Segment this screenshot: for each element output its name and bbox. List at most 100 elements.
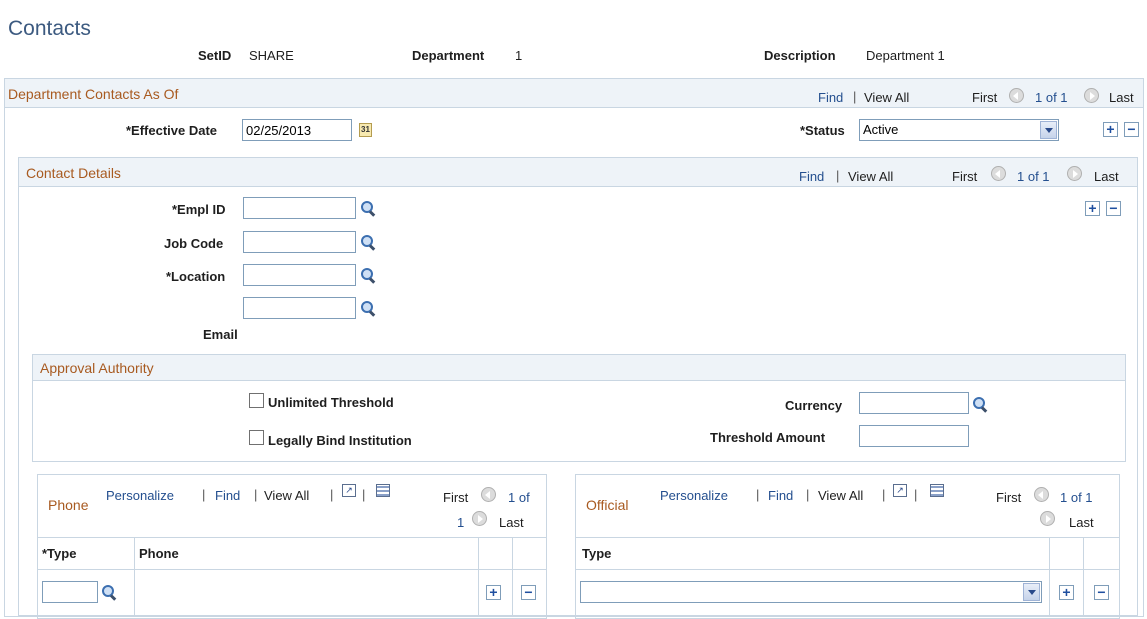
dept-sep: | — [853, 89, 857, 104]
phone-type-input[interactable] — [42, 581, 98, 603]
contact-add-row-button[interactable]: + — [1085, 201, 1100, 216]
phone-sep: | — [254, 487, 258, 502]
official-next-icon[interactable] — [1040, 511, 1055, 526]
setid-label: SetID — [198, 48, 232, 63]
email-input[interactable] — [243, 297, 356, 319]
status-label: *Status — [800, 123, 845, 138]
official-add-row-button[interactable]: + — [1059, 585, 1074, 600]
dept-page-count: 1 of 1 — [1035, 90, 1068, 105]
chevron-down-icon[interactable] — [1040, 121, 1057, 139]
dept-contacts-title: Department Contacts As Of — [8, 86, 179, 102]
threshold-amount-input[interactable] — [859, 425, 969, 447]
download-grid-icon[interactable] — [376, 484, 390, 497]
phone-header-line — [37, 537, 547, 538]
phone-prev-icon[interactable] — [481, 487, 496, 502]
official-col-type[interactable]: Type — [582, 546, 611, 561]
official-header-line — [575, 537, 1120, 538]
page-title: Contacts — [8, 17, 91, 40]
unlimited-threshold-checkbox[interactable] — [249, 393, 264, 408]
search-icon[interactable] — [360, 234, 377, 251]
official-row-line — [575, 569, 1120, 570]
department-value: 1 — [515, 48, 523, 63]
phone-page-count-2: 1 — [457, 515, 465, 530]
official-sep: | — [806, 487, 810, 502]
contact-sep: | — [836, 168, 840, 183]
phone-view-all-link[interactable]: View All — [264, 488, 309, 503]
contact-details-title: Contact Details — [26, 165, 121, 181]
official-page-count: 1 of 1 — [1060, 490, 1093, 505]
contact-page-count: 1 of 1 — [1017, 169, 1050, 184]
official-grid-title: Official — [586, 497, 629, 513]
search-icon[interactable] — [972, 396, 989, 413]
contact-view-all-link[interactable]: View All — [848, 169, 893, 184]
official-type-select[interactable] — [580, 581, 1042, 603]
currency-input[interactable] — [859, 392, 969, 414]
phone-grid-title: Phone — [48, 497, 89, 513]
job-code-input[interactable] — [243, 231, 356, 253]
contact-first-label: First — [952, 169, 978, 184]
dept-next-icon[interactable] — [1084, 88, 1099, 103]
contact-find-link[interactable]: Find — [799, 169, 824, 184]
official-last-label: Last — [1069, 515, 1094, 530]
dept-add-row-button[interactable]: + — [1103, 122, 1118, 137]
zoom-icon[interactable]: ↗ — [893, 484, 907, 497]
phone-next-icon[interactable] — [472, 511, 487, 526]
effective-date-label: *Effective Date — [126, 123, 218, 138]
phone-find-link[interactable]: Find — [215, 488, 240, 503]
chevron-down-icon[interactable] — [1023, 583, 1040, 601]
status-selected-value: Active — [863, 122, 899, 137]
legally-bind-label: Legally Bind Institution — [268, 433, 412, 448]
description-value: Department 1 — [866, 48, 945, 63]
approval-title: Approval Authority — [40, 360, 154, 376]
description-label: Description — [764, 48, 836, 63]
dept-view-all-link[interactable]: View All — [864, 90, 909, 105]
location-label: *Location — [166, 269, 226, 284]
phone-col-divider — [478, 537, 479, 617]
search-icon[interactable] — [360, 300, 377, 317]
setid-value: SHARE — [249, 48, 294, 63]
calendar-icon[interactable]: 31 — [359, 123, 372, 137]
search-icon[interactable] — [101, 584, 118, 601]
phone-last-label: Last — [499, 515, 524, 530]
status-select[interactable]: Active — [859, 119, 1059, 141]
official-delete-row-button[interactable]: − — [1094, 585, 1109, 600]
search-icon[interactable] — [360, 267, 377, 284]
zoom-icon[interactable]: ↗ — [342, 484, 356, 497]
contact-delete-row-button[interactable]: − — [1106, 201, 1121, 216]
phone-first-label: First — [443, 490, 469, 505]
phone-add-row-button[interactable]: + — [486, 585, 501, 600]
phone-sep: | — [202, 487, 206, 502]
phone-sep: | — [362, 487, 366, 502]
dept-delete-row-button[interactable]: − — [1124, 122, 1139, 137]
currency-label: Currency — [785, 398, 843, 413]
empl-id-input[interactable] — [243, 197, 356, 219]
effective-date-input[interactable] — [242, 119, 352, 141]
contact-last-label: Last — [1094, 169, 1119, 184]
dept-find-link[interactable]: Find — [818, 90, 843, 105]
phone-col-phone[interactable]: Phone — [139, 546, 179, 561]
location-input[interactable] — [243, 264, 356, 286]
official-find-link[interactable]: Find — [768, 488, 793, 503]
legally-bind-checkbox[interactable] — [249, 430, 264, 445]
phone-page-count-1: 1 of — [508, 490, 530, 505]
phone-col-divider — [134, 537, 135, 617]
phone-row-line — [37, 569, 547, 570]
official-personalize-link[interactable]: Personalize — [660, 488, 728, 503]
download-grid-icon[interactable] — [930, 484, 944, 497]
dept-first-label: First — [972, 90, 998, 105]
phone-delete-row-button[interactable]: − — [521, 585, 536, 600]
official-prev-icon[interactable] — [1034, 487, 1049, 502]
threshold-amount-label: Threshold Amount — [710, 430, 826, 445]
official-col-divider — [1049, 537, 1050, 617]
phone-personalize-link[interactable]: Personalize — [106, 488, 174, 503]
dept-prev-icon[interactable] — [1009, 88, 1024, 103]
search-icon[interactable] — [360, 200, 377, 217]
phone-col-type[interactable]: *Type — [42, 546, 76, 561]
email-label: Email — [203, 327, 238, 342]
phone-col-divider — [512, 537, 513, 617]
contact-next-icon[interactable] — [1067, 166, 1082, 181]
official-first-label: First — [996, 490, 1022, 505]
department-label: Department — [412, 48, 485, 63]
official-view-all-link[interactable]: View All — [818, 488, 863, 503]
contact-prev-icon[interactable] — [991, 166, 1006, 181]
